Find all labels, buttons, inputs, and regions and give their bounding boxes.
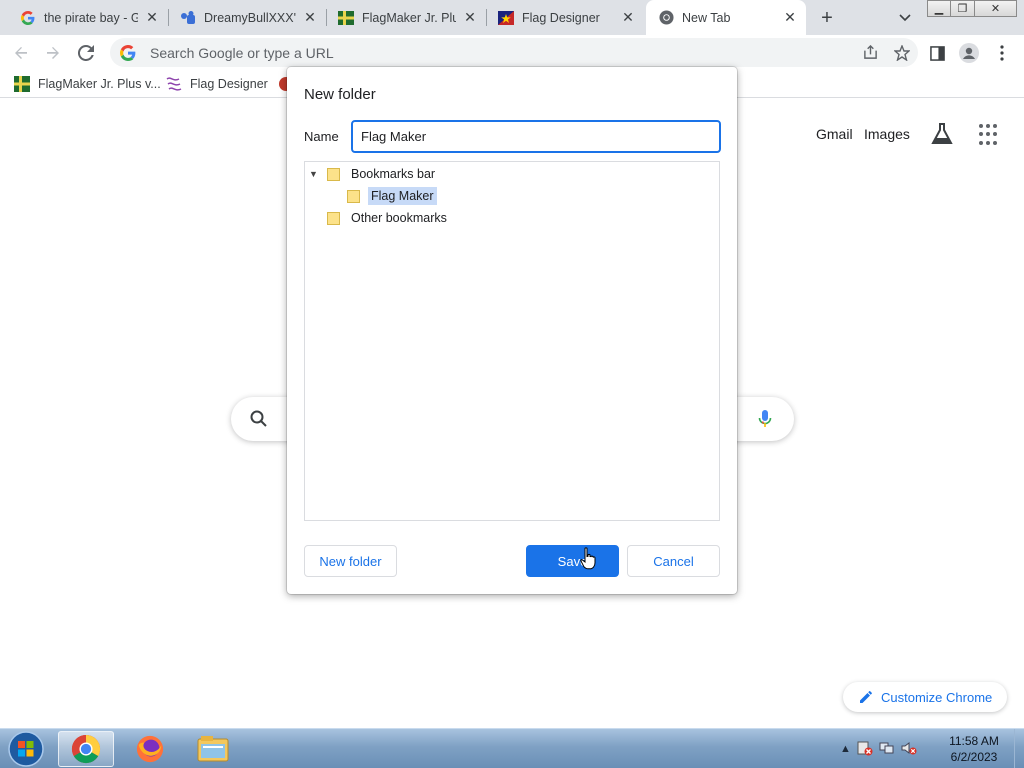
- share-icon[interactable]: [854, 45, 886, 60]
- images-link[interactable]: Images: [864, 126, 910, 142]
- flag-designer-icon: [166, 77, 182, 91]
- folder-icon: [327, 211, 340, 225]
- taskbar-firefox[interactable]: [122, 731, 178, 767]
- flagmaker-icon: [338, 10, 354, 26]
- taskbar-explorer[interactable]: [185, 731, 241, 767]
- windows-logo-icon: [8, 731, 44, 767]
- deviantart-icon: [180, 10, 196, 26]
- gmail-link[interactable]: Gmail: [816, 126, 853, 142]
- bookmark-folder-tree: ▼ Bookmarks bar Flag Maker Other bookmar…: [304, 161, 720, 521]
- minimize-button[interactable]: ▁: [927, 0, 951, 17]
- back-button[interactable]: [8, 40, 34, 66]
- window-close-button[interactable]: ✕: [975, 0, 1017, 17]
- system-tray: ▲: [840, 729, 923, 768]
- folder-icon: [347, 189, 360, 203]
- bookmark-flagmaker[interactable]: FlagMaker Jr. Plus v...: [14, 74, 161, 94]
- windows-taskbar: ▲ 11:58 AM 6/2/2023: [0, 728, 1024, 768]
- expand-arrow-icon[interactable]: ▼: [309, 169, 321, 179]
- tab-strip: the pirate bay - Go ✕ DreamyBullXXX's ✕ …: [0, 0, 1024, 35]
- forward-button[interactable]: [40, 40, 66, 66]
- pencil-icon: [860, 691, 872, 703]
- new-folder-dialog: New folder Name ▼ Bookmarks bar Flag Mak…: [287, 67, 737, 594]
- omnibox[interactable]: Search Google or type a URL: [110, 38, 918, 67]
- close-icon[interactable]: ✕: [462, 9, 478, 26]
- side-panel-icon[interactable]: [925, 41, 949, 65]
- start-button[interactable]: [4, 730, 48, 768]
- tray-expand-icon[interactable]: ▲: [840, 743, 851, 755]
- tree-node-other-bookmarks[interactable]: Other bookmarks: [327, 208, 450, 228]
- tree-node-label: Other bookmarks: [351, 211, 447, 225]
- volume-muted-icon[interactable]: [901, 740, 917, 759]
- tab-flag-designer[interactable]: Flag Designer ✕: [486, 0, 644, 35]
- tab-new-tab[interactable]: New Tab ✕: [646, 0, 806, 35]
- bookmark-label: Flag Designer: [190, 77, 268, 91]
- search-icon: [250, 410, 267, 427]
- new-folder-button[interactable]: New folder: [304, 545, 397, 577]
- tree-node-flag-maker[interactable]: Flag Maker: [347, 186, 437, 206]
- tab-title: Flag Designer: [522, 10, 600, 25]
- google-icon: [20, 10, 36, 26]
- tab-pirate-bay[interactable]: the pirate bay - Go ✕: [8, 0, 168, 35]
- close-icon[interactable]: ✕: [302, 9, 318, 26]
- folder-icon: [327, 167, 340, 181]
- chrome-icon: [71, 734, 101, 764]
- clock-date: 6/2/2023: [950, 750, 998, 764]
- flagmaker-icon: [14, 76, 30, 92]
- cancel-button[interactable]: Cancel: [627, 545, 720, 577]
- new-tab-button[interactable]: +: [815, 6, 839, 30]
- flag-designer-icon: [498, 10, 514, 26]
- google-icon: [120, 44, 136, 61]
- name-label: Name: [304, 129, 339, 144]
- tree-node-bookmarks-bar[interactable]: ▼ Bookmarks bar: [309, 164, 438, 184]
- tab-title: New Tab: [682, 10, 731, 25]
- show-desktop-button[interactable]: [1014, 729, 1024, 768]
- firefox-icon: [136, 735, 164, 763]
- tab-dreamybull[interactable]: DreamyBullXXX's ✕: [168, 0, 326, 35]
- omnibox-placeholder: Search Google or type a URL: [150, 44, 334, 61]
- bookmark-label: FlagMaker Jr. Plus v...: [38, 77, 161, 91]
- folder-name-input[interactable]: [351, 120, 721, 153]
- menu-icon[interactable]: [990, 41, 1014, 65]
- tree-node-label: Flag Maker: [368, 187, 437, 205]
- file-explorer-icon: [197, 736, 229, 762]
- action-center-icon[interactable]: [857, 740, 873, 759]
- reload-button[interactable]: [73, 40, 99, 66]
- profile-avatar[interactable]: [957, 41, 981, 65]
- star-icon[interactable]: [886, 44, 918, 61]
- bookmark-flag-designer[interactable]: Flag Designer: [166, 74, 268, 94]
- labs-icon[interactable]: [930, 122, 954, 146]
- tab-flagmaker[interactable]: FlagMaker Jr. Plus ✕: [326, 0, 486, 35]
- tab-title: the pirate bay - Go: [44, 10, 138, 25]
- close-icon[interactable]: ✕: [782, 9, 798, 26]
- tab-title: FlagMaker Jr. Plus: [362, 10, 456, 25]
- close-icon[interactable]: ✕: [620, 9, 636, 26]
- apps-grid-icon[interactable]: [979, 124, 1001, 146]
- toolbar: Search Google or type a URL: [0, 35, 1024, 70]
- hand-cursor-icon: [580, 547, 596, 570]
- customize-chrome-button[interactable]: Customize Chrome: [843, 682, 1007, 712]
- close-icon[interactable]: ✕: [144, 9, 160, 26]
- tree-node-label: Bookmarks bar: [351, 167, 436, 181]
- restore-button[interactable]: ❐: [951, 0, 975, 17]
- taskbar-chrome[interactable]: [58, 731, 114, 767]
- clock-time: 11:58 AM: [949, 734, 999, 748]
- window-controls: ▁ ❐ ✕: [927, 0, 1017, 18]
- network-icon[interactable]: [879, 740, 895, 759]
- dialog-title: New folder: [304, 86, 376, 103]
- save-button[interactable]: Save: [526, 545, 619, 577]
- taskbar-clock[interactable]: 11:58 AM 6/2/2023: [940, 733, 1008, 765]
- tab-title: DreamyBullXXX's: [204, 10, 296, 25]
- mic-icon[interactable]: [758, 409, 772, 429]
- chrome-icon: [658, 10, 674, 26]
- customize-label: Customize Chrome: [881, 689, 993, 705]
- chevron-down-icon[interactable]: [893, 6, 917, 30]
